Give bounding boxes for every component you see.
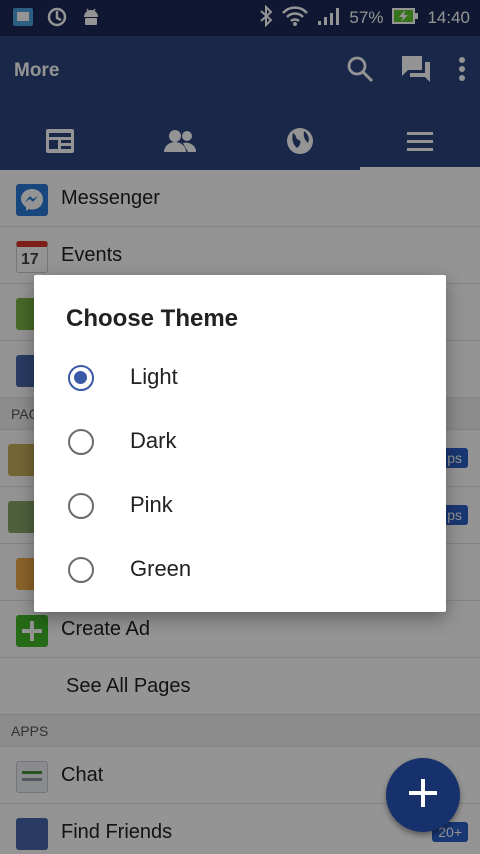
radio-button[interactable]	[68, 493, 94, 519]
option-label: Green	[130, 556, 192, 581]
theme-option-dark[interactable]: Dark	[34, 410, 446, 474]
plus-icon	[406, 776, 440, 815]
radio-button-checked[interactable]	[68, 365, 94, 391]
add-fab-button[interactable]	[386, 758, 460, 832]
theme-option-pink[interactable]: Pink	[34, 474, 446, 538]
dialog-title: Choose Theme	[66, 305, 239, 332]
theme-option-light[interactable]: Light	[34, 346, 446, 410]
radio-button[interactable]	[68, 429, 94, 455]
option-label: Dark	[130, 428, 177, 453]
option-label: Pink	[130, 492, 173, 517]
choose-theme-dialog: Choose Theme Light Dark Pink Green	[34, 275, 446, 612]
theme-option-green[interactable]: Green	[34, 538, 446, 602]
option-label: Light	[130, 364, 178, 389]
radio-button[interactable]	[68, 557, 94, 583]
